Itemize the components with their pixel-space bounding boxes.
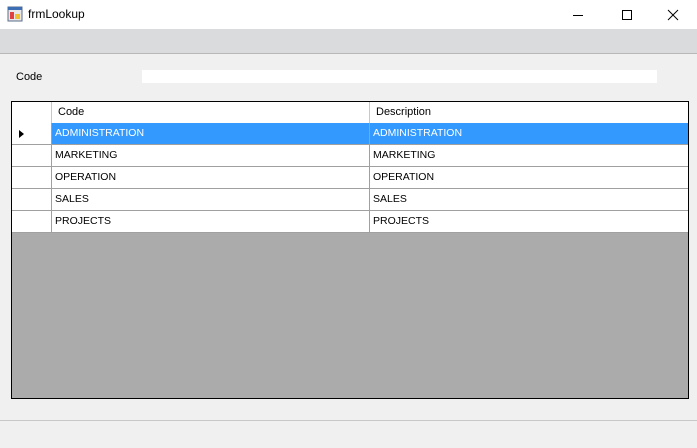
grid-header: Code Description (12, 102, 688, 124)
row-header-corner[interactable] (12, 102, 52, 123)
cell-description[interactable]: OPERATION (370, 167, 688, 188)
cell-description[interactable]: SALES (370, 189, 688, 210)
table-row[interactable]: MARKETING MARKETING (12, 145, 688, 167)
cell-description[interactable]: MARKETING (370, 145, 688, 166)
column-header-code[interactable]: Code (52, 102, 370, 123)
row-header[interactable] (12, 211, 52, 232)
row-header[interactable] (12, 145, 52, 166)
app-form-icon (7, 6, 23, 22)
cell-code[interactable]: OPERATION (52, 167, 370, 188)
status-bar (0, 420, 697, 448)
row-header[interactable] (12, 123, 52, 144)
cell-code[interactable]: ADMINISTRATION (52, 123, 370, 144)
minimize-button[interactable] (555, 0, 601, 29)
code-input[interactable] (142, 70, 657, 83)
cell-code[interactable]: MARKETING (52, 145, 370, 166)
table-row[interactable]: ADMINISTRATION ADMINISTRATION (12, 123, 688, 145)
code-label: Code (16, 71, 43, 83)
lookup-grid[interactable]: Code Description ADMINISTRATION ADMINIST… (11, 101, 689, 399)
window-title: frmLookup (28, 7, 85, 21)
toolbar-strip (0, 29, 697, 54)
row-header[interactable] (12, 167, 52, 188)
table-row[interactable]: SALES SALES (12, 189, 688, 211)
table-row[interactable]: PROJECTS PROJECTS (12, 211, 688, 233)
cell-description[interactable]: ADMINISTRATION (370, 123, 688, 144)
close-button[interactable] (650, 0, 696, 29)
row-header[interactable] (12, 189, 52, 210)
close-icon (667, 9, 679, 20)
maximize-button[interactable] (604, 0, 650, 29)
table-row[interactable]: OPERATION OPERATION (12, 167, 688, 189)
column-header-description[interactable]: Description (370, 102, 688, 123)
cell-code[interactable]: SALES (52, 189, 370, 210)
maximize-icon (622, 9, 632, 20)
cell-code[interactable]: PROJECTS (52, 211, 370, 232)
cell-description[interactable]: PROJECTS (370, 211, 688, 232)
minimize-icon (573, 14, 583, 16)
title-bar[interactable]: frmLookup (0, 0, 697, 29)
current-row-arrow-icon (19, 130, 24, 138)
